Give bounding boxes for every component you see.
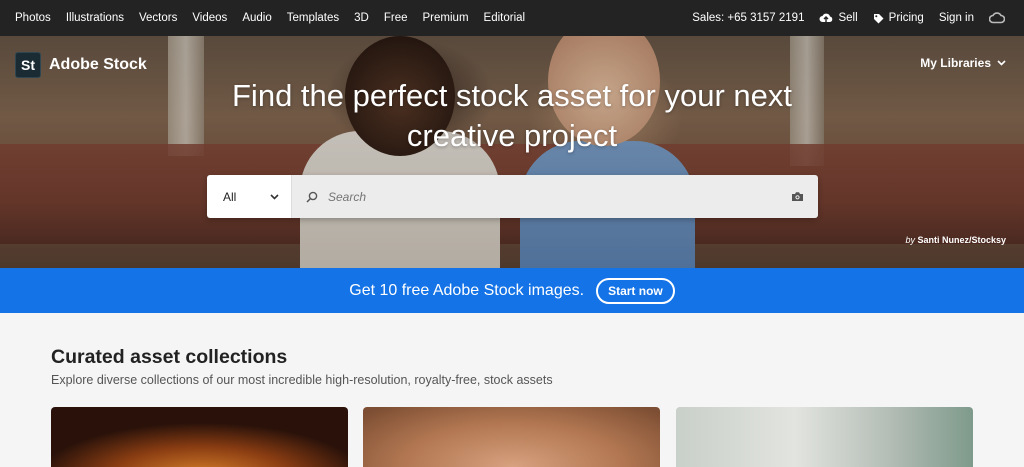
logo-name: Adobe Stock — [49, 56, 147, 73]
cloud-upload-icon — [819, 13, 833, 23]
headline-line-1: Find the perfect stock asset for your ne… — [232, 78, 792, 113]
credit-by: by — [905, 235, 915, 245]
signin-link[interactable]: Sign in — [939, 12, 974, 24]
photo-credit: by Santi Nunez/Stocksy — [905, 235, 1006, 245]
search-category-value: All — [223, 189, 237, 204]
nav-link-free[interactable]: Free — [384, 12, 408, 24]
curated-collections-section: Curated asset collections Explore divers… — [0, 313, 1024, 467]
section-subtitle: Explore diverse collections of our most … — [51, 373, 553, 387]
sell-link[interactable]: Sell — [819, 12, 858, 24]
section-title: Curated asset collections — [51, 346, 288, 368]
nav-link-audio[interactable]: Audio — [242, 12, 271, 24]
logo-badge: St — [15, 52, 41, 78]
promo-banner: Get 10 free Adobe Stock images. Start no… — [0, 268, 1024, 313]
my-libraries-label: My Libraries — [920, 56, 991, 70]
chevron-down-icon — [997, 60, 1006, 66]
credit-name[interactable]: Santi Nunez/Stocksy — [917, 235, 1006, 245]
nav-account: Sales: +65 3157 2191 Sell Pricing Sign i… — [677, 12, 1010, 24]
start-now-button[interactable]: Start now — [596, 277, 675, 304]
my-libraries-button[interactable]: My Libraries — [920, 56, 1006, 70]
nav-link-videos[interactable]: Videos — [192, 12, 227, 24]
tag-icon — [873, 13, 884, 23]
sell-label: Sell — [838, 12, 858, 24]
collection-card[interactable] — [676, 407, 973, 467]
camera-icon[interactable] — [791, 191, 804, 202]
nav-link-photos[interactable]: Photos — [15, 12, 51, 24]
adobe-stock-logo[interactable]: St Adobe Stock — [15, 52, 147, 78]
nav-link-templates[interactable]: Templates — [287, 12, 339, 24]
hero-banner: St Adobe Stock My Libraries Find the per… — [0, 36, 1024, 268]
search-bar: All — [207, 175, 818, 218]
nav-categories: Photos Illustrations Vectors Videos Audi… — [15, 12, 540, 24]
hero-headline: Find the perfect stock asset for your ne… — [212, 76, 812, 156]
adobe-cloud-link[interactable] — [989, 12, 1010, 24]
pricing-label: Pricing — [888, 12, 924, 24]
collection-card[interactable] — [51, 407, 348, 467]
sales-phone[interactable]: Sales: +65 3157 2191 — [692, 12, 804, 24]
nav-link-premium[interactable]: Premium — [423, 12, 469, 24]
search-field — [292, 175, 818, 218]
collection-card[interactable] — [363, 407, 660, 467]
chevron-down-icon — [270, 193, 279, 200]
headline-line-2: creative project — [406, 118, 618, 153]
nav-link-3d[interactable]: 3D — [354, 12, 369, 24]
search-category-select[interactable]: All — [207, 175, 292, 218]
nav-link-vectors[interactable]: Vectors — [139, 12, 177, 24]
creative-cloud-icon — [989, 12, 1005, 24]
search-input[interactable] — [328, 189, 791, 204]
nav-link-editorial[interactable]: Editorial — [484, 12, 526, 24]
pricing-link[interactable]: Pricing — [873, 12, 924, 24]
search-icon — [306, 191, 318, 203]
promo-text: Get 10 free Adobe Stock images. — [349, 281, 585, 299]
nav-link-illustrations[interactable]: Illustrations — [66, 12, 124, 24]
top-nav: Photos Illustrations Vectors Videos Audi… — [0, 0, 1024, 36]
